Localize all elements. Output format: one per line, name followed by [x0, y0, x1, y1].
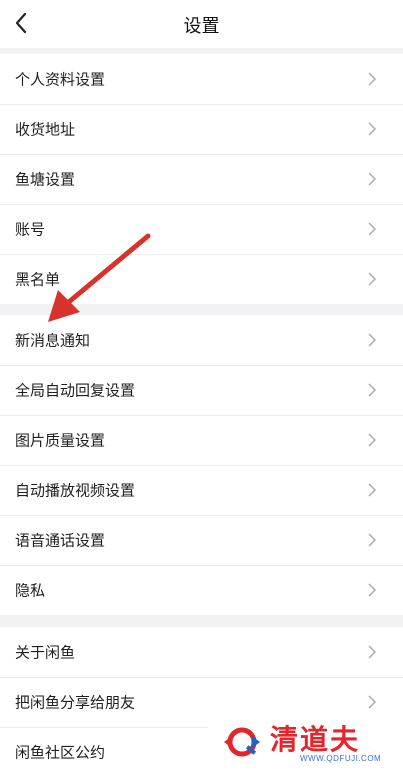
settings-item-voice-call[interactable]: 语音通话设置	[0, 515, 403, 565]
chevron-right-icon	[368, 383, 377, 397]
chevron-right-icon	[368, 272, 377, 286]
settings-item-label: 账号	[15, 221, 46, 239]
watermark-name: 清道夫	[270, 724, 361, 755]
chevron-right-icon	[368, 695, 377, 709]
settings-item-autoplay-video[interactable]: 自动播放视频设置	[0, 465, 403, 515]
settings-item-label: 收货地址	[15, 121, 76, 139]
chevron-right-icon	[368, 333, 377, 347]
chevron-right-icon	[368, 122, 377, 136]
settings-item-privacy[interactable]: 隐私	[0, 565, 403, 615]
settings-item-address[interactable]: 收货地址	[0, 104, 403, 154]
chevron-right-icon	[368, 72, 377, 86]
settings-item-image-quality[interactable]: 图片质量设置	[0, 415, 403, 465]
settings-item-label: 鱼塘设置	[15, 171, 76, 189]
page-title: 设置	[183, 16, 220, 36]
settings-item-label: 隐私	[15, 582, 46, 600]
settings-item-label: 图片质量设置	[15, 432, 106, 450]
settings-item-label: 黑名单	[15, 271, 61, 289]
watermark-logo-icon	[224, 727, 260, 757]
settings-item-label: 把闲鱼分享给朋友	[15, 694, 136, 712]
settings-item-notifications[interactable]: 新消息通知	[0, 315, 403, 365]
chevron-right-icon	[368, 533, 377, 547]
settings-item-label: 语音通话设置	[15, 532, 106, 550]
settings-group-general: 新消息通知 全局自动回复设置 图片质量设置 自动播放视频设置 语音通话设置 隐私	[0, 315, 403, 615]
settings-item-label: 关于闲鱼	[15, 644, 76, 662]
settings-item-fishpond[interactable]: 鱼塘设置	[0, 154, 403, 204]
settings-item-auto-reply[interactable]: 全局自动回复设置	[0, 365, 403, 415]
chevron-right-icon	[368, 222, 377, 236]
settings-group-account: 个人资料设置 收货地址 鱼塘设置 账号 黑名单	[0, 54, 403, 304]
chevron-right-icon	[368, 645, 377, 659]
settings-item-label: 闲鱼社区公约	[15, 744, 106, 762]
settings-item-label: 全局自动回复设置	[15, 382, 136, 400]
watermark-url: WWW.QDFUJI.COM	[300, 754, 382, 763]
settings-item-profile[interactable]: 个人资料设置	[0, 54, 403, 104]
settings-item-account[interactable]: 账号	[0, 204, 403, 254]
settings-item-blacklist[interactable]: 黑名单	[0, 254, 403, 304]
chevron-right-icon	[368, 483, 377, 497]
nav-bar: 设置	[0, 0, 403, 48]
watermark: 清道夫 WWW.QDFUJI.COM	[208, 712, 403, 769]
chevron-right-icon	[368, 583, 377, 597]
settings-item-label: 新消息通知	[15, 332, 91, 350]
chevron-right-icon	[368, 433, 377, 447]
settings-item-about[interactable]: 关于闲鱼	[0, 627, 403, 677]
settings-item-label: 自动播放视频设置	[15, 482, 136, 500]
chevron-right-icon	[368, 172, 377, 186]
settings-item-label: 个人资料设置	[15, 71, 106, 89]
